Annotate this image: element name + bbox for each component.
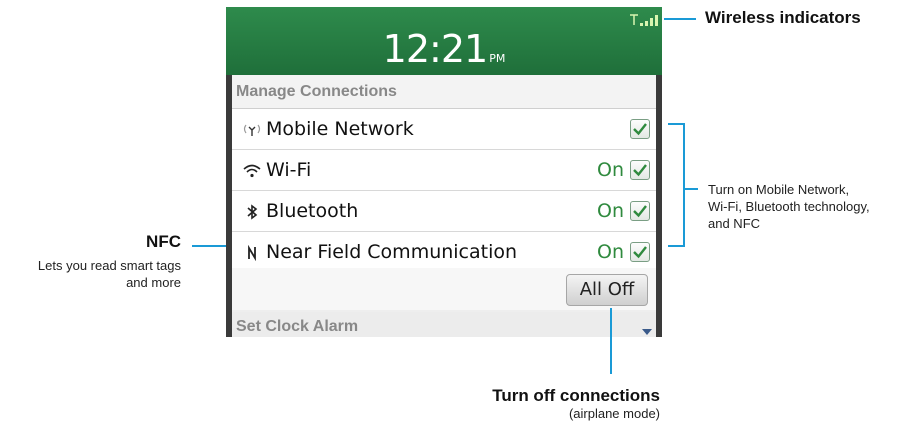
callout-wireless-title: Wireless indicators <box>705 8 861 27</box>
bluetooth-checkbox[interactable] <box>630 201 650 221</box>
antenna-icon <box>238 109 266 150</box>
clock-ampm: PM <box>489 52 506 65</box>
clock-time: 12:21 <box>382 27 489 71</box>
row-bluetooth[interactable]: Bluetooth On <box>232 191 656 232</box>
device-screen: 12:21 PM Manage Connections Mobile Networ… <box>226 7 662 337</box>
callout-line-2: and more <box>126 275 181 290</box>
wifi-icon <box>238 150 266 191</box>
nfc-icon <box>238 232 266 273</box>
all-off-row: All Off <box>232 268 656 310</box>
row-label: Wi-Fi <box>266 159 312 181</box>
row-nfc[interactable]: Near Field Communication On <box>232 232 656 273</box>
bracket-pointer <box>684 188 698 190</box>
bluetooth-icon <box>238 191 266 232</box>
set-clock-alarm-heading[interactable]: Set Clock Alarm <box>232 312 656 337</box>
callout-nfc-title: NFC <box>146 232 181 251</box>
row-wifi[interactable]: Wi-Fi On <box>232 150 656 191</box>
callout-line-1: Lets you read smart tags <box>37 258 181 273</box>
row-label: Bluetooth <box>266 200 359 222</box>
clock: 12:21 PM <box>226 27 662 71</box>
callout-line-wireless <box>664 18 696 20</box>
bracket-bottom <box>668 245 684 247</box>
bracket-vertical <box>683 123 685 247</box>
bracket-top <box>668 123 684 125</box>
callout-turn-off-sub: (airplane mode) <box>568 406 660 421</box>
mobile-network-checkbox[interactable] <box>630 119 650 139</box>
callout-line-2: Wi-Fi, Bluetooth technology, <box>708 199 870 214</box>
callout-nfc-text: Lets you read smart tags and more <box>0 257 181 291</box>
callout-line-turn-off <box>610 308 612 374</box>
row-label: Mobile Network <box>266 118 414 140</box>
wifi-checkbox[interactable] <box>630 160 650 180</box>
row-mobile-network[interactable]: Mobile Network <box>232 109 656 150</box>
status-on: On <box>597 159 624 181</box>
callout-line-nfc <box>192 245 226 247</box>
callout-turn-on-text: Turn on Mobile Network, Wi-Fi, Bluetooth… <box>708 181 905 232</box>
status-on: On <box>597 200 624 222</box>
nfc-checkbox[interactable] <box>630 242 650 262</box>
section-heading: Manage Connections <box>232 75 656 109</box>
signal-bars-icon <box>630 14 658 26</box>
callout-line-1: Turn on Mobile Network, <box>708 182 850 197</box>
scroll-down-icon[interactable] <box>642 329 652 335</box>
manage-connections-panel: Manage Connections Mobile Network Wi-Fi … <box>232 75 656 337</box>
status-on: On <box>597 241 624 263</box>
row-label: Near Field Communication <box>266 241 518 263</box>
callout-line-3: and NFC <box>708 216 761 231</box>
callout-turn-off-title: Turn off connections <box>492 386 660 405</box>
all-off-button[interactable]: All Off <box>566 274 648 306</box>
status-bar: 12:21 PM <box>226 7 662 75</box>
